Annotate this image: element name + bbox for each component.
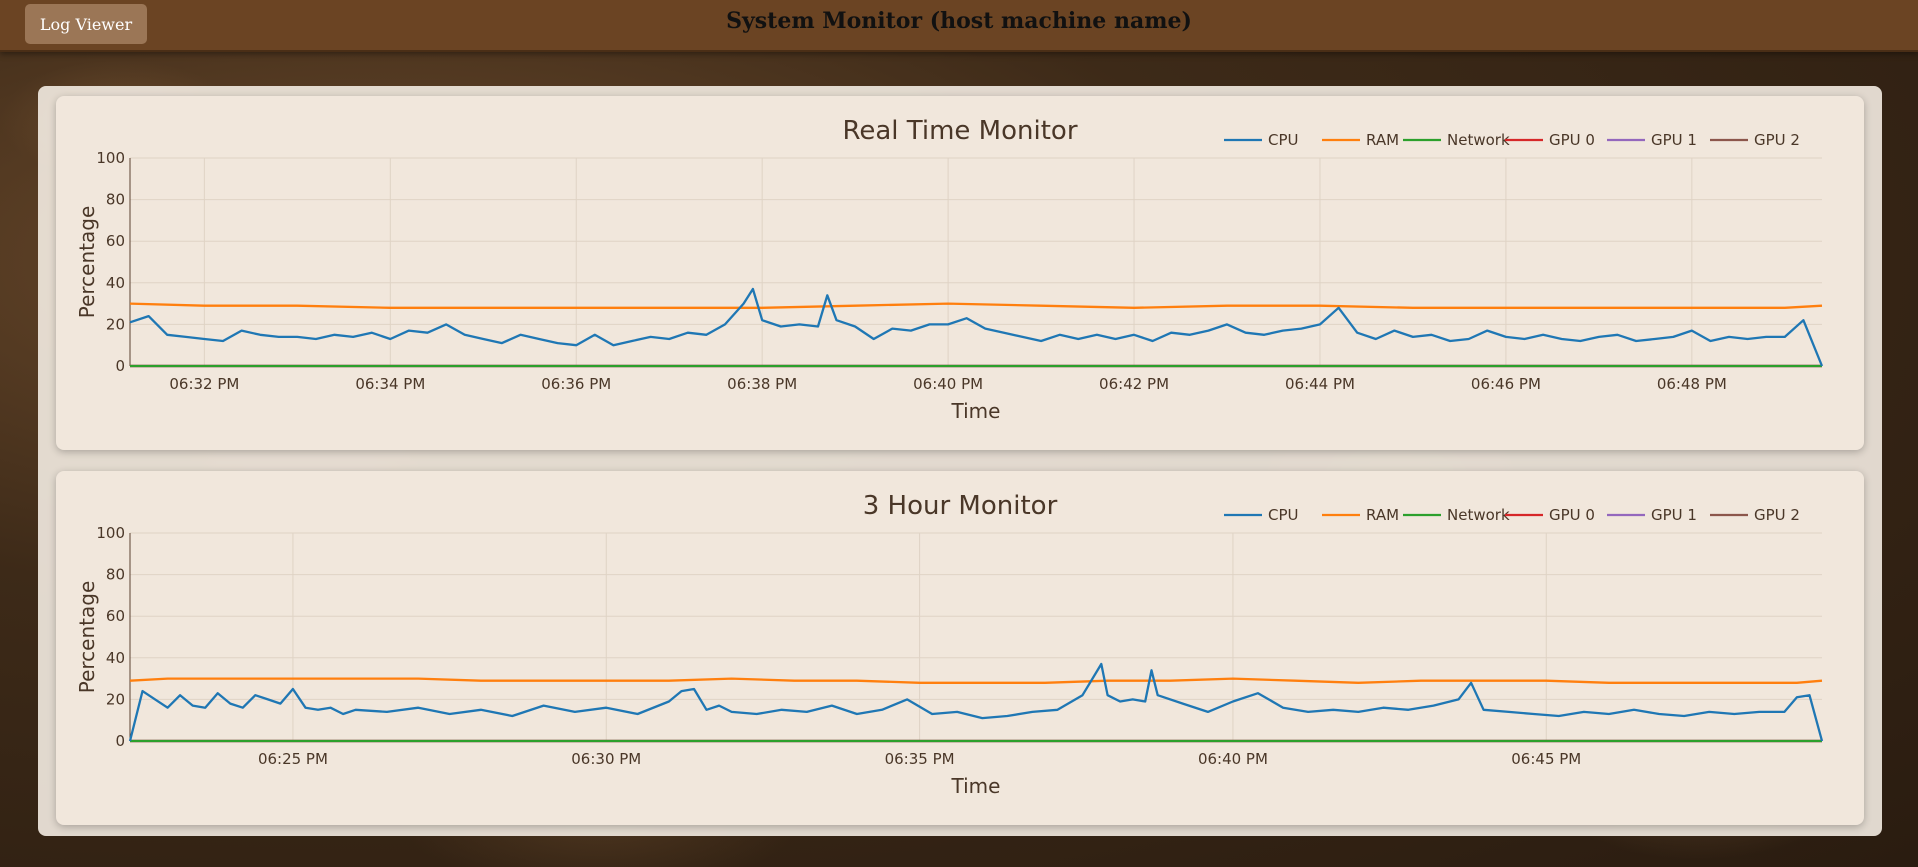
- legend-item-ram[interactable]: RAM: [1322, 506, 1399, 524]
- y-axis-label: Percentage: [75, 206, 99, 319]
- y-tick-label: 100: [96, 149, 125, 167]
- legend-label: GPU 1: [1651, 506, 1697, 524]
- series-line-cpu: [129, 287, 1824, 367]
- legend-item-cpu[interactable]: CPU: [1224, 131, 1299, 149]
- legend-label: Network: [1447, 506, 1510, 524]
- x-tick-label: 06:46 PM: [1471, 375, 1541, 393]
- legend-item-gpu-0[interactable]: GPU 0: [1505, 131, 1595, 149]
- legend-label: GPU 0: [1549, 131, 1595, 149]
- y-axis-label: Percentage: [75, 581, 99, 694]
- x-tick-label: 06:40 PM: [913, 375, 983, 393]
- y-tick-label: 60: [106, 607, 125, 625]
- chart-title: 3 Hour Monitor: [863, 491, 1058, 521]
- top-bar: Log Viewer System Monitor (host machine …: [0, 0, 1918, 52]
- x-axis-label: Time: [951, 399, 1001, 423]
- legend-label: CPU: [1268, 131, 1299, 149]
- page-title: System Monitor (host machine name): [726, 8, 1192, 34]
- legend-item-gpu-1[interactable]: GPU 1: [1607, 131, 1697, 149]
- real-time-monitor-card: Real Time Monitor 0 20 40 60 80 100 06:32 PM 06:…: [56, 96, 1864, 450]
- y-tick-label: 0: [115, 732, 125, 750]
- y-tick-label: 0: [115, 357, 125, 375]
- chart-title: Real Time Monitor: [842, 116, 1077, 146]
- legend-label: GPU 2: [1754, 506, 1800, 524]
- x-tick-label: 06:44 PM: [1285, 375, 1355, 393]
- x-tick-label: 06:42 PM: [1099, 375, 1169, 393]
- legend-label: RAM: [1366, 506, 1399, 524]
- legend-item-gpu-2[interactable]: GPU 2: [1710, 506, 1800, 524]
- three-hour-monitor-chart: 3 Hour Monitor 0 20 40 60 80 100 06:25 PM 06:30 …: [75, 491, 1824, 798]
- legend-item-cpu[interactable]: CPU: [1224, 506, 1299, 524]
- x-tick-label: 06:48 PM: [1657, 375, 1727, 393]
- x-tick-label: 06:25 PM: [258, 750, 328, 768]
- legend-item-network[interactable]: Network: [1403, 506, 1510, 524]
- x-tick-label: 06:38 PM: [727, 375, 797, 393]
- series-line-cpu: [128, 662, 1824, 742]
- legend-item-ram[interactable]: RAM: [1322, 131, 1399, 149]
- legend-label: GPU 2: [1754, 131, 1800, 149]
- legend-item-gpu-2[interactable]: GPU 2: [1710, 131, 1800, 149]
- legend-label: RAM: [1366, 131, 1399, 149]
- x-tick-label: 06:35 PM: [885, 750, 955, 768]
- series-line-ram: [129, 302, 1823, 309]
- x-tick-label: 06:32 PM: [169, 375, 239, 393]
- y-tick-label: 60: [106, 232, 125, 250]
- x-tick-label: 06:36 PM: [541, 375, 611, 393]
- legend-label: GPU 1: [1651, 131, 1697, 149]
- legend-item-gpu-0[interactable]: GPU 0: [1505, 506, 1595, 524]
- x-tick-label: 06:40 PM: [1198, 750, 1268, 768]
- y-tick-label: 20: [106, 690, 125, 708]
- legend-label: GPU 0: [1549, 506, 1595, 524]
- legend-label: CPU: [1268, 506, 1299, 524]
- x-tick-label: 06:45 PM: [1511, 750, 1581, 768]
- x-tick-label: 06:34 PM: [355, 375, 425, 393]
- y-tick-label: 40: [106, 649, 125, 667]
- y-tick-label: 80: [106, 566, 125, 584]
- series-line-ram: [129, 677, 1823, 684]
- x-tick-label: 06:30 PM: [571, 750, 641, 768]
- x-axis-label: Time: [951, 774, 1001, 798]
- y-tick-label: 100: [96, 524, 125, 542]
- real-time-monitor-chart: Real Time Monitor 0 20 40 60 80 100 06:32 PM 06:…: [75, 116, 1824, 423]
- legend-label: Network: [1447, 131, 1510, 149]
- y-tick-label: 40: [106, 274, 125, 292]
- legend-item-gpu-1[interactable]: GPU 1: [1607, 506, 1697, 524]
- three-hour-monitor-card: 3 Hour Monitor 0 20 40 60 80 100 06:25 PM 06:30 …: [56, 471, 1864, 825]
- y-tick-label: 20: [106, 315, 125, 333]
- legend-item-network[interactable]: Network: [1403, 131, 1510, 149]
- y-tick-label: 80: [106, 191, 125, 209]
